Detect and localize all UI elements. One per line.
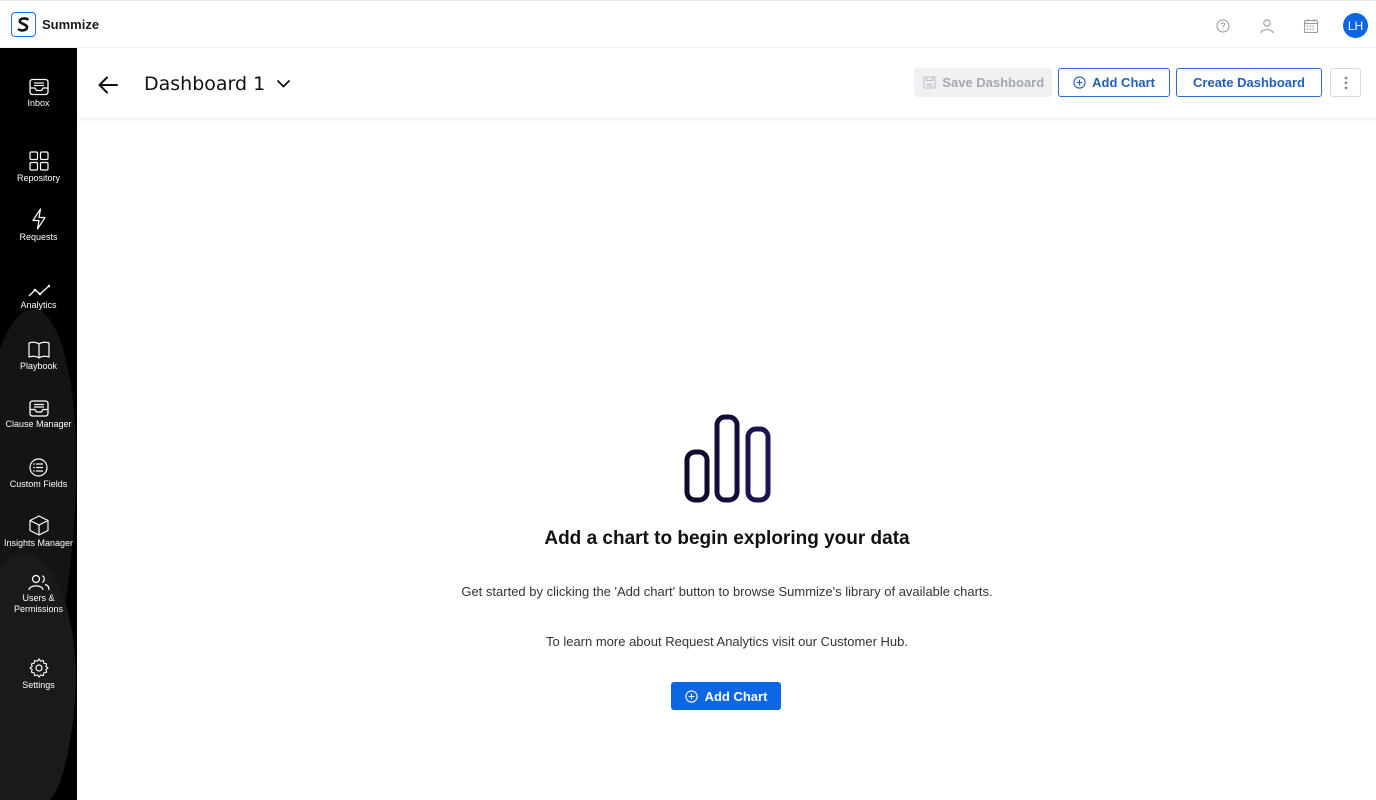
sidebar: Inbox Repository Requests Analytics Play… [0, 48, 77, 800]
users-icon [27, 574, 50, 591]
save-icon [923, 76, 936, 89]
summize-logo-icon [11, 12, 36, 37]
grid-icon [28, 151, 49, 171]
bar-chart-icon [684, 414, 771, 503]
plus-circle-icon [1073, 76, 1086, 89]
top-icons: LH [1191, 13, 1368, 38]
sidebar-item-label: Playbook [19, 361, 58, 371]
inbox-icon [28, 78, 49, 96]
list-circle-icon [29, 458, 48, 477]
create-dashboard-label: Create Dashboard [1193, 75, 1305, 90]
sidebar-item-requests[interactable]: Requests [0, 208, 77, 243]
user-icon[interactable] [1255, 14, 1279, 38]
cube-icon [28, 515, 49, 536]
sidebar-item-label: Insights Manager [3, 538, 74, 548]
customer-hub-text: To learn more about Request Analytics vi… [545, 634, 908, 649]
help-icon[interactable] [1211, 14, 1235, 38]
empty-state-title: Add a chart to begin exploring your data [544, 528, 910, 549]
gear-icon [28, 658, 49, 678]
sidebar-item-playbook[interactable]: Playbook [0, 341, 77, 372]
save-dashboard-button[interactable]: Save Dashboard [914, 68, 1053, 97]
sidebar-item-clause-manager[interactable]: Clause Manager [0, 400, 77, 430]
sidebar-item-label: Analytics [20, 300, 57, 310]
create-dashboard-button[interactable]: Create Dashboard [1176, 68, 1322, 97]
plus-circle-icon [684, 689, 698, 703]
sidebar-item-custom-fields[interactable]: Custom Fields [0, 458, 77, 490]
empty-state-description: Get started by clicking the 'Add chart' … [461, 584, 993, 599]
sidebar-item-settings[interactable]: Settings [0, 658, 77, 691]
brand[interactable]: Summize [11, 12, 99, 37]
user-avatar[interactable]: LH [1343, 13, 1368, 38]
lightning-icon [31, 208, 46, 230]
sidebar-item-users-permissions[interactable]: Users & Permissions [0, 574, 77, 615]
sidebar-item-label: Clause Manager [5, 419, 72, 429]
header-actions: Save Dashboard Add Chart Create Dashboar… [908, 68, 1361, 97]
dashboard-header: Dashboard 1 Save Dashboard Add Chart Cre… [78, 48, 1376, 118]
sidebar-item-label: Repository [16, 173, 61, 183]
page-title: Dashboard 1 [144, 73, 266, 95]
back-arrow-icon[interactable] [98, 76, 118, 99]
sidebar-item-label: Users & Permissions [13, 593, 63, 614]
save-dashboard-label: Save Dashboard [942, 75, 1045, 90]
sidebar-item-label: Custom Fields [9, 479, 68, 489]
add-chart-label: Add Chart [1092, 75, 1156, 90]
add-chart-cta-label: Add Chart [704, 688, 768, 704]
kebab-menu-icon [1344, 76, 1347, 89]
sidebar-item-insights-manager[interactable]: Insights Manager [0, 515, 77, 549]
more-options-button[interactable] [1330, 68, 1361, 97]
add-chart-cta-button[interactable]: Add Chart [671, 682, 781, 710]
sidebar-item-label: Settings [22, 680, 55, 690]
chevron-down-icon [277, 80, 291, 88]
book-icon [27, 341, 50, 359]
sidebar-item-label: Inbox [27, 98, 50, 108]
trend-line-icon [28, 284, 50, 297]
tray-icon [28, 400, 49, 417]
empty-state: Add a chart to begin exploring your data… [78, 118, 1376, 800]
sidebar-item-analytics[interactable]: Analytics [0, 284, 77, 311]
dashboard-selector[interactable]: Dashboard 1 [144, 73, 291, 95]
sidebar-item-repository[interactable]: Repository [0, 151, 77, 184]
sidebar-item-label: Requests [19, 232, 58, 242]
sidebar-item-inbox[interactable]: Inbox [0, 78, 77, 109]
brand-name: Summize [42, 17, 100, 32]
calendar-icon[interactable] [1299, 14, 1323, 38]
add-chart-button[interactable]: Add Chart [1058, 68, 1171, 97]
top-bar: Summize LH [0, 0, 1376, 48]
